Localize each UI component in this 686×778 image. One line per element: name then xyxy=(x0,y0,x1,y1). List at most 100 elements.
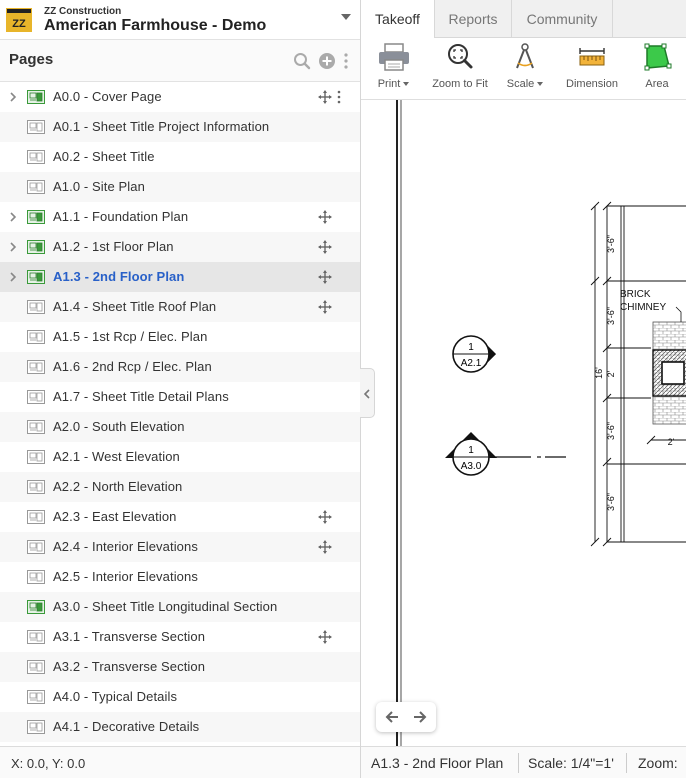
chevron-right-icon[interactable] xyxy=(9,271,17,283)
dim-label-2: 3'-6" xyxy=(606,307,616,325)
dimension-button[interactable]: Dimension xyxy=(561,42,623,90)
page-label: A1.4 - Sheet Title Roof Plan xyxy=(53,299,217,314)
chevron-right-icon[interactable] xyxy=(9,241,17,253)
tab-takeoff[interactable]: Takeoff xyxy=(361,0,435,39)
arrow-right-icon[interactable] xyxy=(413,710,427,724)
search-icon[interactable] xyxy=(293,52,311,70)
page-list-item[interactable]: A0.0 - Cover Page xyxy=(0,82,360,112)
page-label: A2.2 - North Elevation xyxy=(53,479,183,494)
page-list-item[interactable]: A1.3 - 2nd Floor Plan xyxy=(0,262,360,292)
chevron-right-icon[interactable] xyxy=(9,91,17,103)
move-icon[interactable] xyxy=(318,510,332,524)
page-label: A4.0 - Typical Details xyxy=(53,689,178,704)
callout-1-number: 1 xyxy=(468,342,474,353)
page-list-item[interactable]: A2.0 - South Elevation xyxy=(0,412,360,442)
page-label: A1.1 - Foundation Plan xyxy=(53,209,189,224)
page-list-item[interactable]: A1.2 - 1st Floor Plan xyxy=(0,232,360,262)
dim-label-5: 3'-6" xyxy=(606,493,616,511)
move-icon[interactable] xyxy=(318,270,332,284)
section-callout-a3-0[interactable]: 1 A3.0 xyxy=(445,432,566,476)
move-icon[interactable] xyxy=(318,300,332,314)
status-zoom[interactable]: Zoom: xyxy=(638,755,678,771)
project-dropdown-icon[interactable] xyxy=(341,14,351,20)
tab-bar: Takeoff Reports Community xyxy=(361,0,686,39)
page-label: A1.7 - Sheet Title Detail Plans xyxy=(53,389,229,404)
status-bar: A1.3 - 2nd Floor Plan Scale: 1/4"=1' Zoo… xyxy=(361,746,686,778)
page-list-item[interactable]: A0.2 - Sheet Title xyxy=(0,142,360,172)
status-page-name: A1.3 - 2nd Floor Plan xyxy=(371,755,504,771)
zoom-to-fit-label: Zoom to Fit xyxy=(432,78,488,90)
page-list-item[interactable]: A1.0 - Site Plan xyxy=(0,172,360,202)
page-label: A3.2 - Transverse Section xyxy=(53,659,206,674)
move-icon[interactable] xyxy=(318,240,332,254)
page-label: A1.0 - Site Plan xyxy=(53,179,145,194)
page-list-item[interactable]: A2.2 - North Elevation xyxy=(0,472,360,502)
page-label: A2.5 - Interior Elevations xyxy=(53,569,198,584)
dim-label-4: 3'-6" xyxy=(606,422,616,440)
zoom-to-fit-button[interactable]: Zoom to Fit xyxy=(427,42,493,90)
area-button[interactable]: Area xyxy=(639,42,675,90)
compass-scale-icon xyxy=(516,43,534,69)
page-list-item[interactable]: A1.4 - Sheet Title Roof Plan xyxy=(0,292,360,322)
page-list-item[interactable]: A2.1 - West Elevation xyxy=(0,442,360,472)
page-list-item[interactable]: A4.1 - Decorative Details xyxy=(0,712,360,742)
page-list-item[interactable]: A2.4 - Interior Elevations xyxy=(0,532,360,562)
add-page-icon[interactable] xyxy=(318,52,336,70)
page-list-item[interactable]: A1.6 - 2nd Rcp / Elec. Plan xyxy=(0,352,360,382)
more-vertical-icon[interactable] xyxy=(343,52,349,70)
scale-label: Scale xyxy=(506,78,535,90)
status-divider xyxy=(518,753,519,773)
project-name[interactable]: American Farmhouse - Demo xyxy=(44,17,266,35)
brick-label: BRICK xyxy=(620,289,651,300)
scale-caret-icon xyxy=(537,82,544,87)
collapse-sidebar-handle[interactable] xyxy=(360,368,375,418)
sheet-icon xyxy=(27,120,45,134)
page-list-item[interactable]: A3.1 - Transverse Section xyxy=(0,622,360,652)
print-button[interactable]: Print xyxy=(371,42,416,90)
ruler-icon xyxy=(579,48,605,66)
sheet-icon xyxy=(27,450,45,464)
page-list-item[interactable]: A2.5 - Interior Elevations xyxy=(0,562,360,592)
arrow-left-icon[interactable] xyxy=(385,710,399,724)
move-icon[interactable] xyxy=(318,90,332,104)
page-list-item[interactable]: A3.2 - Transverse Section xyxy=(0,652,360,682)
sheet-with-takeoff-icon xyxy=(27,240,45,254)
company-name: ZZ Construction xyxy=(44,6,122,17)
move-icon[interactable] xyxy=(318,210,332,224)
scale-button[interactable]: Scale xyxy=(503,42,547,90)
dim-label-horizontal: 2' xyxy=(668,437,675,447)
page-label: A1.6 - 2nd Rcp / Elec. Plan xyxy=(53,359,212,374)
zoom-fit-icon xyxy=(448,44,473,69)
page-label: A3.1 - Transverse Section xyxy=(53,629,206,644)
sheet-icon xyxy=(27,690,45,704)
dim-label-3: 2' xyxy=(606,370,616,377)
chevron-right-icon[interactable] xyxy=(9,211,17,223)
page-list-item[interactable]: A1.5 - 1st Rcp / Elec. Plan xyxy=(0,322,360,352)
status-scale[interactable]: Scale: 1/4"=1' xyxy=(528,755,614,771)
page-label: A2.4 - Interior Elevations xyxy=(53,539,198,554)
page-list-item[interactable]: A1.1 - Foundation Plan xyxy=(0,202,360,232)
more-vertical-icon[interactable] xyxy=(336,90,342,104)
page-list-item[interactable]: A3.0 - Sheet Title Longitudinal Section xyxy=(0,592,360,622)
coordinate-readout: X: 0.0, Y: 0.0 xyxy=(11,756,86,771)
drawing-canvas[interactable]: 1 A2.1 1 A3.0 3'-6" 3'-6" 2' 3'-6" 3'-6"… xyxy=(361,100,686,746)
page-list-item[interactable]: A0.1 - Sheet Title Project Information xyxy=(0,112,360,142)
page-list-item[interactable]: A2.3 - East Elevation xyxy=(0,502,360,532)
sheet-with-takeoff-icon xyxy=(27,90,45,104)
floor-plan-drawing: 1 A2.1 1 A3.0 3'-6" 3'-6" 2' 3'-6" 3'-6"… xyxy=(396,100,686,746)
page-label: A1.2 - 1st Floor Plan xyxy=(53,239,174,254)
page-list-item[interactable]: A1.7 - Sheet Title Detail Plans xyxy=(0,382,360,412)
page-list-item[interactable]: A4.0 - Typical Details xyxy=(0,682,360,712)
sheet-with-takeoff-icon xyxy=(27,270,45,284)
move-icon[interactable] xyxy=(318,630,332,644)
svg-text:ZZ: ZZ xyxy=(12,18,26,30)
sheet-icon xyxy=(27,150,45,164)
sheet-icon xyxy=(27,360,45,374)
page-label: A0.2 - Sheet Title xyxy=(53,149,155,164)
tab-community[interactable]: Community xyxy=(512,0,613,38)
sheet-icon xyxy=(27,180,45,194)
tab-reports[interactable]: Reports xyxy=(435,0,512,38)
company-logo-icon: ZZ xyxy=(6,8,32,32)
section-callout-a2-1[interactable]: 1 A2.1 xyxy=(452,335,496,373)
move-icon[interactable] xyxy=(318,540,332,554)
